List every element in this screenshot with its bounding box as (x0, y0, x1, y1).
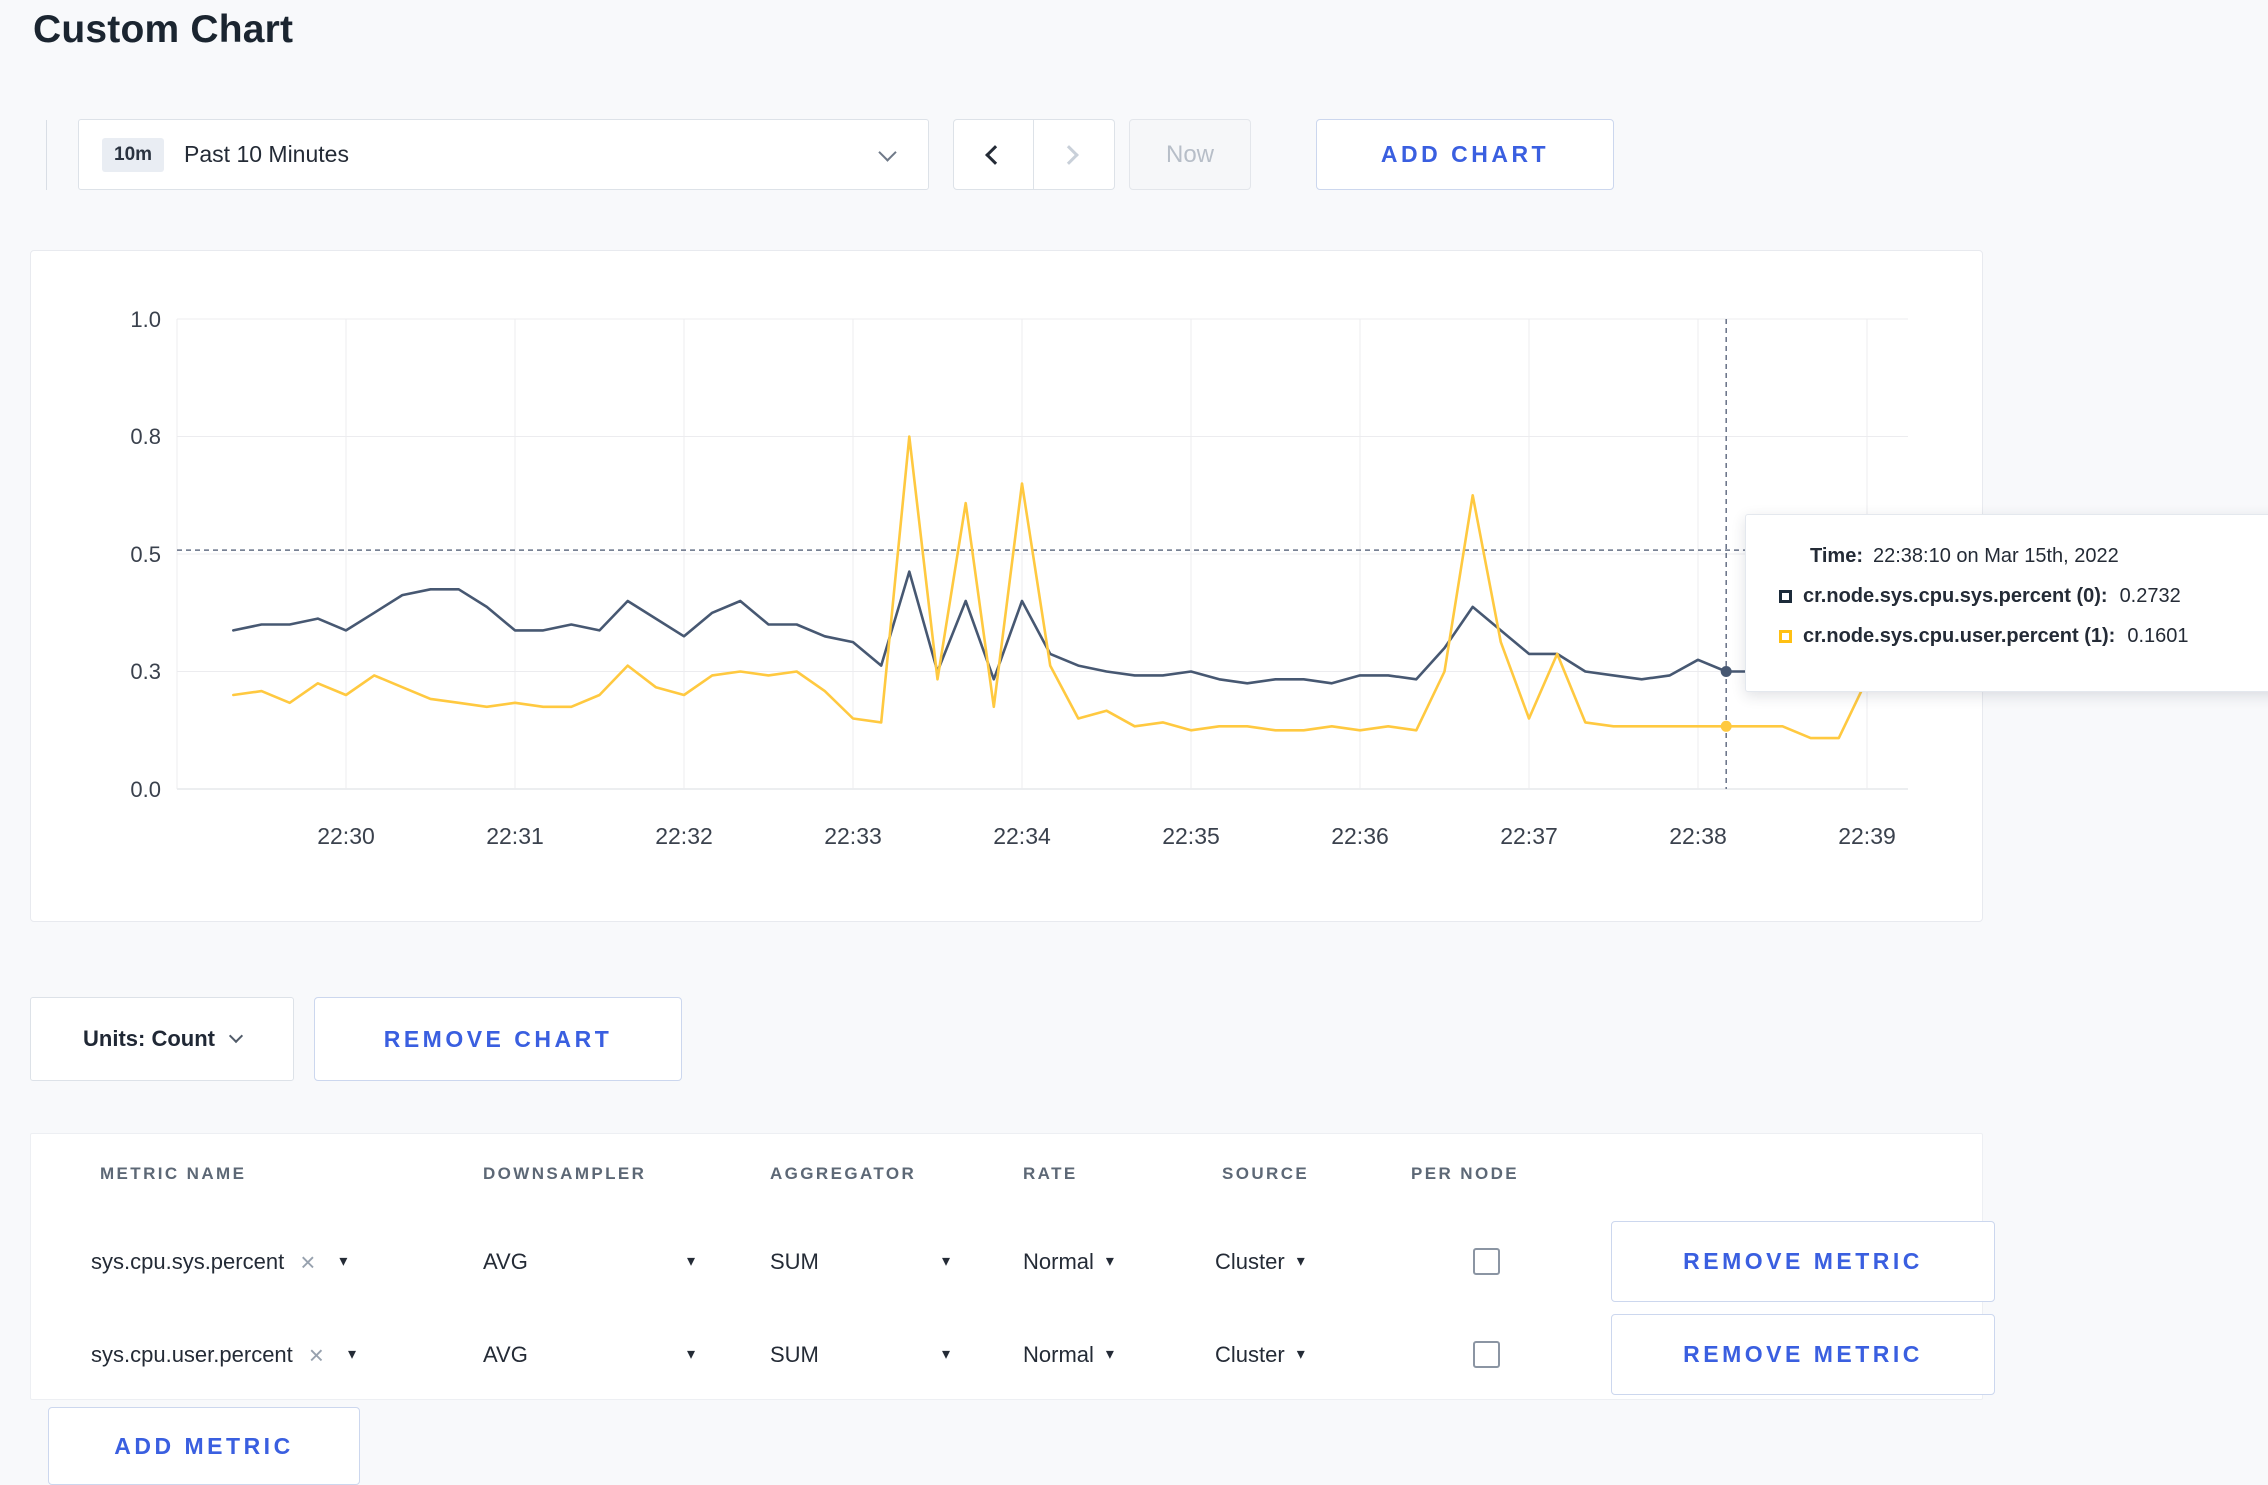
remove-chart-button[interactable]: REMOVE CHART (314, 997, 682, 1081)
remove-value-icon[interactable]: × (309, 1342, 324, 1368)
chevron-right-icon (1059, 145, 1079, 165)
column-header-aggregator: AGGREGATOR (770, 1164, 917, 1183)
remove-metric-button[interactable]: REMOVE METRIC (1611, 1221, 1995, 1302)
aggregator-select[interactable]: SUM ▾ (770, 1215, 950, 1308)
caret-down-icon: ▾ (941, 1345, 950, 1363)
tooltip-series-row: cr.node.sys.cpu.user.percent (1): 0.1601 (1779, 625, 2268, 648)
aggregator-select[interactable]: SUM ▾ (770, 1308, 950, 1401)
tooltip-series-value: 0.2732 (2119, 585, 2181, 607)
time-prev-button[interactable] (953, 119, 1034, 190)
aggregator-value: SUM (770, 1341, 819, 1367)
column-header-rate: RATE (1023, 1164, 1078, 1183)
rate-select[interactable]: Normal ▾ (1023, 1308, 1114, 1401)
source-select[interactable]: Cluster ▾ (1215, 1215, 1305, 1308)
tooltip-time: Time: 22:38:10 on Mar 15th, 2022 (1810, 545, 2268, 568)
downsampler-value: AVG (483, 1341, 528, 1367)
x-axis-label: 22:31 (486, 823, 544, 849)
now-button[interactable]: Now (1129, 119, 1251, 190)
toolbar: 10m Past 10 Minutes Now ADD CHART (0, 119, 2268, 191)
metric-name-label: sys.cpu.user.percent (91, 1341, 293, 1367)
add-metric-button[interactable]: ADD METRIC (48, 1407, 360, 1485)
caret-down-icon: ▾ (1296, 1252, 1305, 1270)
x-axis-label: 22:30 (317, 823, 375, 849)
caret-down-icon: ▾ (686, 1252, 695, 1270)
x-axis-label: 22:36 (1331, 823, 1389, 849)
units-select[interactable]: Units: Count (30, 997, 294, 1081)
x-axis-label: 22:34 (993, 823, 1051, 849)
per-node-cell (1473, 1215, 1500, 1308)
x-axis-label: 22:39 (1838, 823, 1896, 849)
rate-value: Normal (1023, 1341, 1094, 1367)
time-range-label: Past 10 Minutes (184, 141, 349, 167)
x-axis-label: 22:32 (655, 823, 713, 849)
remove-metric-button[interactable]: REMOVE METRIC (1611, 1314, 1995, 1395)
downsampler-value: AVG (483, 1248, 528, 1274)
tooltip-series-row: cr.node.sys.cpu.sys.percent (0): 0.2732 (1779, 585, 2268, 608)
caret-down-icon: ▾ (347, 1345, 356, 1363)
units-label: Units: Count (83, 1026, 215, 1051)
caret-down-icon: ▾ (941, 1252, 950, 1270)
metric-name-label: sys.cpu.sys.percent (91, 1248, 285, 1274)
x-axis-label: 22:33 (824, 823, 882, 849)
caret-down-icon: ▾ (339, 1252, 348, 1270)
custom-chart-page: Custom Chart 10m Past 10 Minutes Now ADD… (0, 0, 2268, 1485)
rate-select[interactable]: Normal ▾ (1023, 1215, 1114, 1308)
chevron-left-icon (985, 145, 1005, 165)
add-chart-button[interactable]: ADD CHART (1316, 119, 1614, 190)
rate-value: Normal (1023, 1248, 1094, 1274)
tooltip-series-value: 0.1601 (2127, 625, 2189, 647)
source-value: Cluster (1215, 1341, 1285, 1367)
y-axis-label: 0.8 (130, 424, 161, 449)
tooltip-series-name: cr.node.sys.cpu.sys.percent (0): (1803, 585, 2108, 607)
tooltip-time-value: 22:38:10 on Mar 15th, 2022 (1872, 545, 2119, 567)
caret-down-icon: ▾ (1105, 1345, 1114, 1363)
series-sys-swatch-icon (1779, 590, 1792, 603)
column-header-per-node: PER NODE (1411, 1164, 1519, 1183)
caret-down-icon: ▾ (686, 1345, 695, 1363)
metrics-table: METRIC NAME DOWNSAMPLER AGGREGATOR RATE … (30, 1133, 1995, 1401)
source-value: Cluster (1215, 1248, 1285, 1274)
table-row: sys.cpu.user.percent × ▾ AVG ▾ SUM ▾ Nor… (31, 1308, 1995, 1401)
metric-name-select[interactable]: sys.cpu.user.percent × ▾ (91, 1308, 356, 1401)
series-user-swatch-icon (1779, 630, 1792, 643)
aggregator-value: SUM (770, 1248, 819, 1274)
time-next-button[interactable] (1034, 119, 1115, 190)
per-node-checkbox[interactable] (1473, 1341, 1500, 1368)
page-title: Custom Chart (33, 8, 294, 51)
table-row: sys.cpu.sys.percent × ▾ AVG ▾ SUM ▾ Norm… (31, 1215, 1995, 1308)
per-node-cell (1473, 1308, 1500, 1401)
time-range-badge: 10m (102, 137, 165, 172)
line-chart[interactable] (31, 251, 1984, 871)
column-header-source: SOURCE (1222, 1164, 1310, 1183)
toolbar-divider (46, 120, 47, 190)
y-axis-label: 0.3 (130, 659, 161, 684)
tooltip-series-name: cr.node.sys.cpu.user.percent (1): (1803, 625, 2116, 647)
y-axis-label: 0.0 (130, 777, 161, 802)
chevron-down-icon (878, 143, 897, 162)
time-pager (953, 119, 1115, 190)
chevron-down-icon (228, 1028, 244, 1044)
chart-card: 1.0 0.8 0.5 0.3 0.0 22:30 22:31 22:32 22… (30, 250, 1983, 922)
y-axis-label: 0.5 (130, 542, 161, 567)
x-axis-label: 22:37 (1500, 823, 1558, 849)
column-header-downsampler: DOWNSAMPLER (483, 1164, 647, 1183)
caret-down-icon: ▾ (1105, 1252, 1114, 1270)
downsampler-select[interactable]: AVG ▾ (483, 1215, 695, 1308)
x-axis-label: 22:35 (1162, 823, 1220, 849)
remove-value-icon[interactable]: × (300, 1249, 315, 1275)
caret-down-icon: ▾ (1296, 1345, 1305, 1363)
downsampler-select[interactable]: AVG ▾ (483, 1308, 695, 1401)
y-axis-label: 1.0 (130, 307, 161, 332)
metric-name-select[interactable]: sys.cpu.sys.percent × ▾ (91, 1215, 347, 1308)
chart-tooltip: Time: 22:38:10 on Mar 15th, 2022 cr.node.… (1745, 514, 2268, 692)
per-node-checkbox[interactable] (1473, 1248, 1500, 1275)
source-select[interactable]: Cluster ▾ (1215, 1308, 1305, 1401)
time-range-select[interactable]: 10m Past 10 Minutes (78, 119, 929, 190)
column-header-metric-name: METRIC NAME (100, 1164, 247, 1183)
tooltip-time-label: Time: (1810, 545, 1863, 567)
x-axis-label: 22:38 (1669, 823, 1727, 849)
